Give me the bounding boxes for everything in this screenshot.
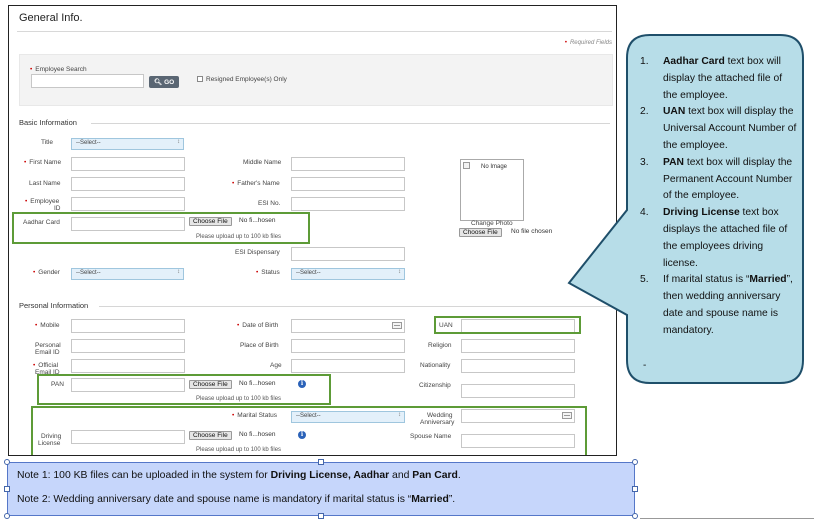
resize-handle-bottom-mid[interactable] bbox=[318, 513, 324, 519]
resize-handle-top-left[interactable] bbox=[4, 459, 10, 465]
resize-handle-bottom-right[interactable] bbox=[632, 513, 638, 519]
resize-handle-top-mid[interactable] bbox=[318, 459, 324, 465]
note-2: Note 2: Wedding anniversary date and spo… bbox=[17, 494, 456, 505]
callout-list: 1. Aadhar Card text box will display the … bbox=[629, 54, 797, 340]
resize-handle-top-right[interactable] bbox=[632, 459, 638, 465]
resize-handle-bottom-left[interactable] bbox=[4, 513, 10, 519]
callout-item-1: 1. Aadhar Card text box will display the … bbox=[640, 56, 783, 101]
callout-item-3: 3. PAN text box will display the Permanen… bbox=[640, 156, 793, 202]
callout-item-5: 5. If marital status is “Married”, then w… bbox=[640, 274, 793, 336]
callout-item-4: 4. Driving License text box displays the … bbox=[640, 207, 788, 269]
note-1: Note 1: 100 KB files can be uploaded in … bbox=[17, 470, 461, 481]
page-bottom-line bbox=[640, 518, 814, 519]
resize-handle-mid-left[interactable] bbox=[4, 486, 10, 492]
resize-handle-mid-right[interactable] bbox=[632, 486, 638, 492]
callout-trailing-dash: - bbox=[643, 360, 647, 371]
notes-textbox[interactable]: Note 1: 100 KB files can be uploaded in … bbox=[7, 462, 635, 516]
callout-item-2: 2. UAN text box will display the Universa… bbox=[640, 106, 797, 151]
